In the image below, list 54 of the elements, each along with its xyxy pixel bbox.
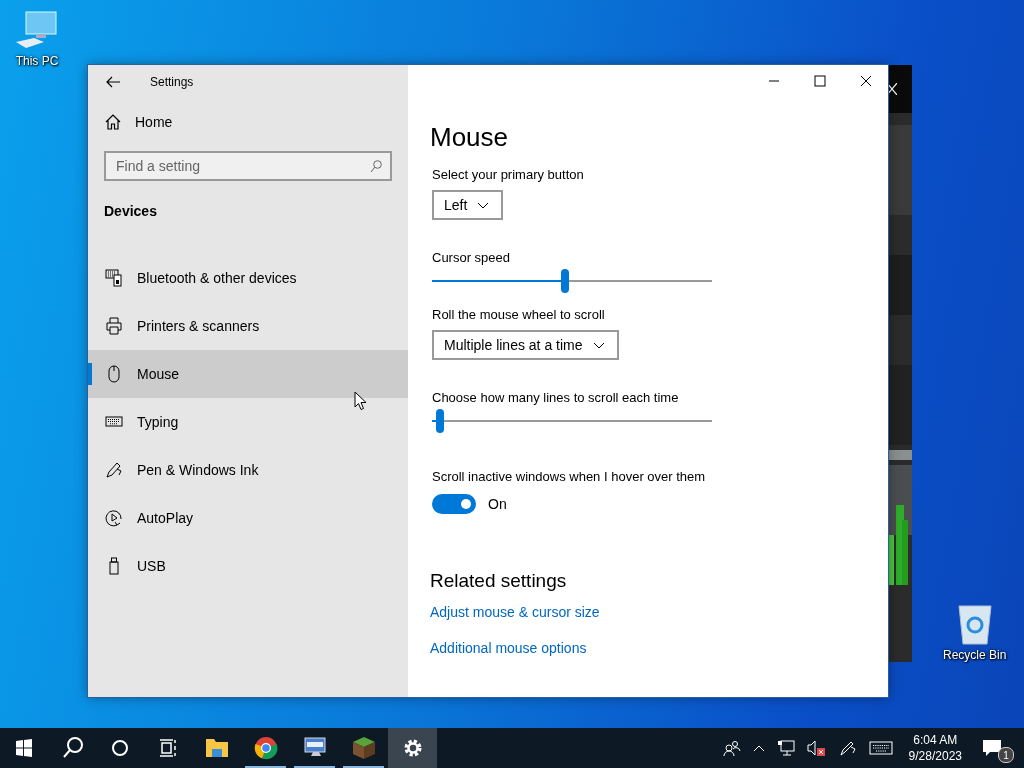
search-field[interactable]: Find a setting: [104, 151, 392, 181]
grass-block-icon: [351, 736, 376, 760]
autoplay-icon: [105, 509, 123, 527]
maximize-icon[interactable]: [814, 75, 826, 87]
dropdown[interactable]: Multiple lines at a time: [432, 330, 619, 360]
people-icon[interactable]: [722, 740, 741, 756]
section-heading: Devices: [104, 203, 158, 219]
back-arrow-icon[interactable]: [106, 76, 120, 88]
window-title: Settings: [150, 75, 194, 89]
chevron-up-icon[interactable]: [752, 744, 765, 752]
clock[interactable]: 6:04 AM 9/28/2023: [908, 732, 962, 764]
nav-item[interactable]: AutoPlay: [88, 494, 408, 542]
network-icon[interactable]: [776, 740, 795, 756]
desktop-icon-label[interactable]: Recycle Bin: [943, 648, 1007, 662]
chevron-down-icon: [477, 201, 490, 209]
nav-item[interactable]: Pen & Windows Ink: [88, 446, 408, 494]
selection-indicator: [88, 363, 92, 385]
printer-icon: [105, 317, 123, 335]
home-icon: [105, 114, 121, 130]
setting-label: Roll the mouse wheel to scroll: [432, 307, 605, 322]
notification-icon[interactable]: [982, 739, 1002, 757]
muted-speaker-icon[interactable]: [806, 740, 827, 756]
nav-item[interactable]: Printers & scanners: [88, 302, 408, 350]
dropdown[interactable]: Left: [432, 190, 504, 220]
folder-icon: [204, 737, 229, 759]
setting-label: Choose how many lines to scroll each time: [432, 390, 679, 405]
nav-item[interactable]: Typing: [88, 398, 408, 446]
search-icon: [370, 160, 382, 173]
notification-badge: 1: [998, 747, 1014, 763]
settings-link[interactable]: Adjust mouse & cursor size: [430, 604, 600, 620]
mouse-pointer-icon: [354, 391, 367, 411]
nav-item[interactable]: Mouse: [88, 350, 408, 398]
keyboard-icon[interactable]: [868, 741, 893, 755]
settings-link[interactable]: Additional mouse options: [430, 640, 587, 656]
toggle-state-label: On: [488, 496, 507, 512]
page-title: Mouse: [430, 122, 509, 153]
mouse-icon: [105, 365, 123, 383]
slider[interactable]: [432, 269, 712, 293]
chevron-down-icon: [592, 341, 605, 349]
taskbar-app[interactable]: [388, 728, 437, 768]
toggle-switch[interactable]: [432, 494, 476, 514]
keyboard-device-icon: [105, 269, 123, 287]
browser-icon: [253, 736, 278, 760]
nav-item[interactable]: Bluetooth & other devices: [88, 254, 408, 302]
pen-icon: [105, 461, 123, 479]
setting-label: Cursor speed: [432, 250, 511, 265]
home-nav-item[interactable]: Home: [88, 103, 408, 141]
nav-item[interactable]: USB: [88, 542, 408, 590]
setting-label: Scroll inactive windows when I hover over them: [432, 469, 706, 484]
close-icon[interactable]: [860, 75, 872, 87]
section-heading: Related settings: [430, 570, 567, 592]
pen-icon[interactable]: [838, 740, 857, 756]
slider[interactable]: [432, 409, 712, 433]
setting-label: Select your primary button: [432, 167, 584, 182]
